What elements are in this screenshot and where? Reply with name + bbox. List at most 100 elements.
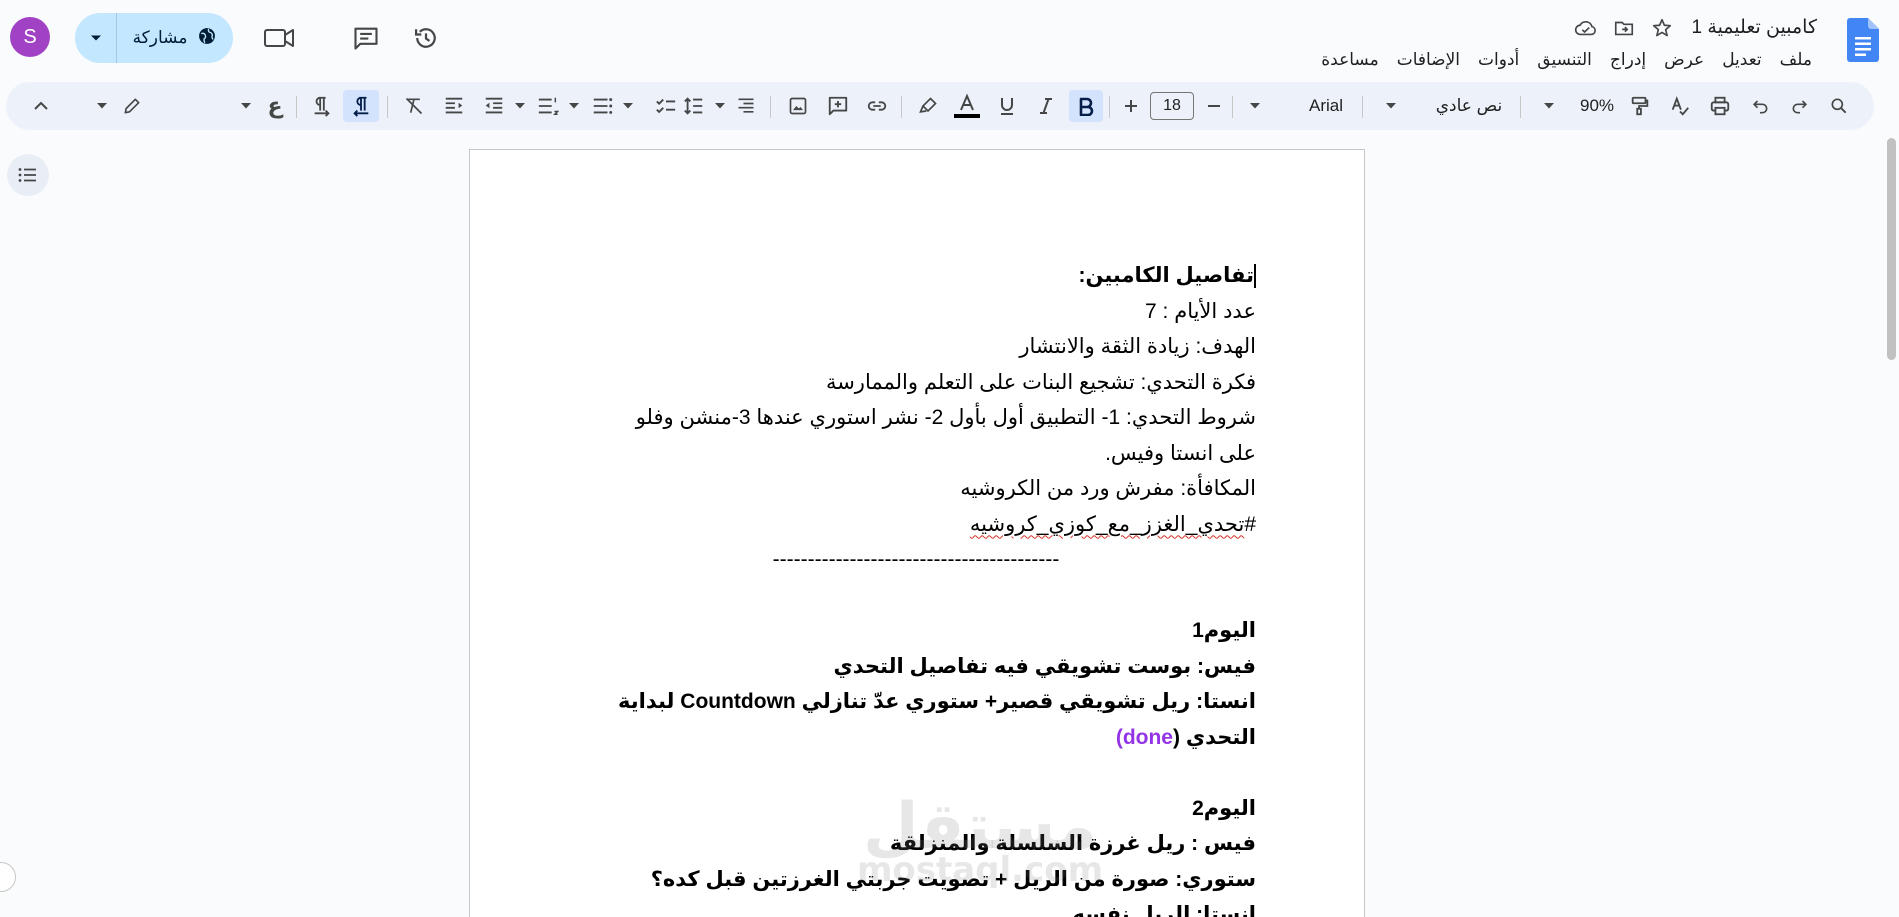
redo-icon[interactable] bbox=[1784, 90, 1816, 122]
avatar[interactable]: S bbox=[10, 17, 50, 57]
editing-mode-dropdown-icon[interactable] bbox=[92, 90, 112, 122]
font-family-select[interactable]: Arial bbox=[1294, 90, 1358, 122]
share-dropdown-icon[interactable] bbox=[75, 13, 117, 63]
day1-title: اليوم1 bbox=[1192, 619, 1256, 642]
paragraph-style-value: نص عادي bbox=[1435, 96, 1503, 115]
top-bar: كامبين تعليمية 1 ملف تعديل عرض إدراج الت… bbox=[0, 0, 1899, 80]
align-right-icon[interactable] bbox=[730, 90, 762, 122]
menu-help[interactable]: مساعدة bbox=[1312, 48, 1387, 72]
align-dropdown-icon[interactable] bbox=[712, 90, 728, 122]
toolbar-separator bbox=[1520, 96, 1521, 118]
underline-button[interactable] bbox=[991, 90, 1023, 122]
paragraph-style-dropdown-icon[interactable] bbox=[1376, 90, 1406, 122]
day1-facebook: فيس: بوست تشويقي فيه تفاصيل التحدي bbox=[833, 654, 1257, 678]
line-spacing-icon[interactable] bbox=[678, 90, 710, 122]
move-to-folder-icon[interactable] bbox=[1612, 16, 1636, 40]
conditions-line-cont: على انستا وفيس. bbox=[1105, 441, 1256, 465]
toolbar-separator bbox=[1109, 96, 1110, 118]
undo-icon[interactable] bbox=[1744, 90, 1776, 122]
document-outline-icon[interactable] bbox=[7, 154, 49, 196]
paragraph-style-select[interactable]: نص عادي bbox=[1424, 90, 1514, 122]
toolbar-separator bbox=[770, 96, 771, 118]
document-title[interactable]: كامبين تعليمية 1 bbox=[1688, 14, 1821, 41]
increase-font-size-icon[interactable] bbox=[1117, 90, 1145, 122]
cloud-saved-icon[interactable] bbox=[1574, 16, 1598, 40]
menu-bar: ملف تعديل عرض إدراج التنسيق أدوات الإضاف… bbox=[1312, 48, 1821, 72]
left-to-right-icon[interactable] bbox=[306, 90, 338, 122]
goal-line: الهدف: زيادة الثقة والانتشار bbox=[1019, 335, 1256, 358]
paint-format-icon[interactable] bbox=[1624, 90, 1656, 122]
text-color-button[interactable] bbox=[951, 90, 983, 122]
scrollbar-thumb[interactable] bbox=[1887, 138, 1896, 360]
insert-link-icon[interactable] bbox=[861, 90, 893, 122]
decrease-font-size-icon[interactable] bbox=[1200, 90, 1228, 122]
meet-video-icon[interactable] bbox=[261, 20, 297, 56]
input-tools-glyph: ع bbox=[267, 93, 283, 118]
share-main[interactable]: مشاركة bbox=[117, 26, 233, 51]
right-to-left-icon[interactable] bbox=[343, 90, 379, 122]
zoom-value: 90% bbox=[1579, 96, 1615, 115]
menu-format[interactable]: التنسيق bbox=[1528, 48, 1601, 72]
menu-view[interactable]: عرض bbox=[1655, 48, 1713, 72]
highlight-color-icon[interactable] bbox=[912, 90, 944, 122]
input-tools-dropdown-icon[interactable] bbox=[238, 90, 254, 122]
hashtag-text: تحدي_الغزز_مع_كوزي_كروشيه bbox=[969, 512, 1245, 536]
star-icon[interactable] bbox=[1650, 16, 1674, 40]
done-label: done) bbox=[1115, 725, 1173, 749]
idea-line: فكرة التحدي: تشجيع البنات على التعلم وال… bbox=[825, 370, 1256, 394]
toolbar-separator bbox=[387, 96, 388, 118]
share-label: مشاركة bbox=[132, 28, 188, 47]
divider-line: ----------------------------------------… bbox=[772, 548, 1060, 571]
checklist-dropdown-icon[interactable] bbox=[620, 90, 636, 122]
menu-extensions[interactable]: الإضافات bbox=[1388, 48, 1469, 72]
day1-instagram-cont: التحدي (done) bbox=[576, 720, 1256, 756]
zoom-dropdown-icon[interactable] bbox=[1534, 90, 1564, 122]
comments-icon[interactable] bbox=[348, 20, 384, 56]
conditions-line: شروط التحدي: 1- التطبيق أول بأول 2- نشر … bbox=[635, 406, 1256, 429]
numbered-list-icon[interactable] bbox=[532, 90, 564, 122]
search-menus-icon[interactable] bbox=[1823, 90, 1855, 122]
docs-logo-icon[interactable] bbox=[1847, 18, 1879, 62]
toolbar-separator bbox=[296, 96, 297, 118]
menu-file[interactable]: ملف bbox=[1771, 48, 1821, 72]
add-comment-icon[interactable] bbox=[822, 90, 854, 122]
day2-title: اليوم2 bbox=[1192, 796, 1256, 820]
zoom-select[interactable]: 90% bbox=[1570, 90, 1624, 122]
campaign-details-heading: تفاصيل الكامبين: bbox=[1078, 264, 1256, 289]
day1-instagram: انستا: ريل تشويقي قصير+ ستوري عدّ تنازلي… bbox=[618, 690, 1256, 713]
menu-tools[interactable]: أدوات bbox=[1469, 48, 1528, 72]
hide-menus-chevron-up-icon[interactable] bbox=[26, 90, 56, 122]
bold-button[interactable] bbox=[1069, 90, 1103, 122]
font-size-input[interactable]: 18 bbox=[1150, 92, 1194, 120]
clear-formatting-icon[interactable] bbox=[398, 90, 430, 122]
day2-instagram: انستا: الريل نفسه bbox=[1072, 903, 1256, 917]
hashtag-line: #تحدي_الغزز_مع_كوزي_كروشيه bbox=[576, 507, 1256, 543]
increase-indent-icon[interactable] bbox=[438, 90, 470, 122]
checklist-icon[interactable] bbox=[650, 90, 682, 122]
menu-insert[interactable]: إدراج bbox=[1601, 48, 1655, 72]
numbered-list-dropdown-icon[interactable] bbox=[512, 90, 528, 122]
version-history-icon[interactable] bbox=[408, 20, 444, 56]
globe-icon bbox=[197, 26, 217, 51]
reward-line: المكافأة: مفرش ورد من الكروشيه bbox=[960, 477, 1256, 500]
editing-mode-pencil-icon[interactable] bbox=[116, 90, 148, 122]
print-icon[interactable] bbox=[1704, 90, 1736, 122]
toolbar-separator bbox=[1362, 96, 1363, 118]
menu-edit[interactable]: تعديل bbox=[1713, 48, 1770, 72]
document-body[interactable]: تفاصيل الكامبين: عدد الأيام : 7 الهدف: ز… bbox=[576, 258, 1256, 917]
toolbar-separator bbox=[1232, 96, 1233, 118]
share-button[interactable]: مشاركة bbox=[75, 13, 233, 63]
font-family-dropdown-icon[interactable] bbox=[1240, 90, 1270, 122]
decrease-indent-icon[interactable] bbox=[478, 90, 510, 122]
spelling-grammar-icon[interactable] bbox=[1664, 90, 1696, 122]
input-tools-icon[interactable]: ع bbox=[260, 90, 290, 122]
italic-button[interactable] bbox=[1030, 90, 1062, 122]
bulleted-list-icon[interactable] bbox=[586, 90, 618, 122]
document-page[interactable]: تفاصيل الكامبين: عدد الأيام : 7 الهدف: ز… bbox=[469, 149, 1365, 917]
side-panel-toggle[interactable] bbox=[0, 862, 16, 892]
bulleted-list-dropdown-icon[interactable] bbox=[566, 90, 582, 122]
hashtag-hash: # bbox=[1244, 512, 1256, 536]
insert-image-icon[interactable] bbox=[782, 90, 814, 122]
toolbar-separator bbox=[901, 96, 902, 118]
